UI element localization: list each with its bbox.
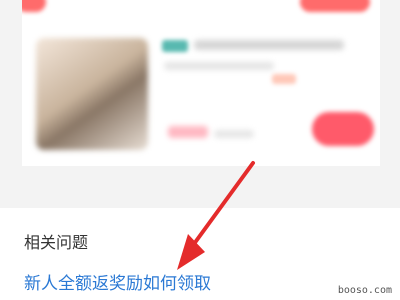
related-questions-title: 相关问题	[24, 233, 89, 252]
product-thumbnail[interactable]	[36, 38, 148, 150]
blurred-top-button-left[interactable]	[22, 0, 46, 12]
red-arrow-icon	[177, 161, 255, 270]
product-price-blurred	[168, 126, 208, 138]
product-subtitle-blurred	[164, 62, 274, 70]
product-card[interactable]	[22, 0, 380, 166]
product-original-price-blurred	[214, 130, 254, 138]
product-badge-blurred	[272, 74, 296, 84]
product-tag-icon	[162, 40, 188, 52]
blurred-top-button-right[interactable]	[300, 0, 370, 12]
watermark-text: booso.com	[337, 285, 392, 296]
product-action-button[interactable]	[312, 112, 374, 146]
product-title-blurred	[194, 40, 344, 50]
